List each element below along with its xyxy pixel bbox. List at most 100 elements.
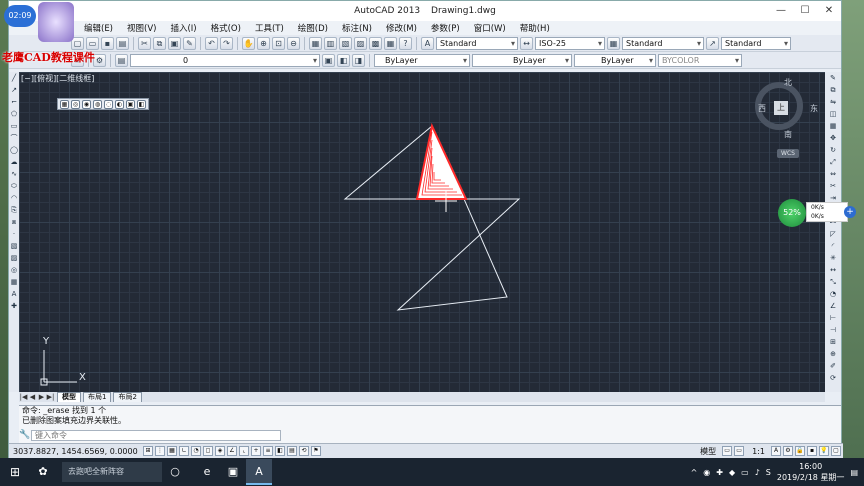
viewcube-top-face[interactable]: 上 bbox=[774, 101, 788, 115]
stretch-icon[interactable]: ⇔ bbox=[825, 168, 841, 180]
rectangle-icon[interactable]: ▭ bbox=[9, 120, 19, 132]
isolate-objects-icon[interactable]: 💡 bbox=[819, 446, 829, 456]
notification-icon[interactable]: ▤ bbox=[850, 468, 858, 477]
dim-baseline-icon[interactable]: ⊢ bbox=[825, 312, 841, 324]
menu-parametric[interactable]: 参数(P) bbox=[424, 22, 467, 34]
print-icon[interactable]: ▤ bbox=[116, 36, 129, 50]
tray-arrow-icon[interactable]: ^ bbox=[691, 468, 698, 477]
zoom-window-icon[interactable]: ⊡ bbox=[272, 36, 285, 50]
insert-block-icon[interactable]: ⎘ bbox=[9, 204, 19, 216]
tray-app-1-icon[interactable]: ◉ bbox=[703, 468, 710, 477]
gradient-icon[interactable]: ▨ bbox=[9, 252, 19, 264]
undo-icon[interactable]: ↶ bbox=[205, 36, 218, 50]
infer-constraints-icon[interactable]: ⊞ bbox=[143, 446, 153, 456]
dim-continue-icon[interactable]: ⊣ bbox=[825, 324, 841, 336]
menu-tools[interactable]: 工具(T) bbox=[248, 22, 291, 34]
dim-angular-icon[interactable]: ∠ bbox=[825, 300, 841, 312]
tab-next-button[interactable]: ▶ bbox=[37, 393, 46, 401]
table-style-dropdown[interactable]: Standard bbox=[622, 36, 704, 50]
properties-icon[interactable]: ▦ bbox=[309, 36, 322, 50]
network-icon[interactable]: ▭ bbox=[741, 468, 749, 477]
offset-icon[interactable]: ◫ bbox=[825, 108, 841, 120]
layer-states-icon[interactable]: ▤ bbox=[115, 53, 128, 67]
revision-cloud-icon[interactable]: ☁ bbox=[9, 156, 19, 168]
close-button[interactable]: ✕ bbox=[817, 1, 841, 21]
polyline-icon[interactable]: ⌐ bbox=[9, 96, 19, 108]
edge-browser-icon[interactable]: e bbox=[194, 459, 220, 485]
text-style-icon[interactable]: A bbox=[421, 36, 434, 50]
volume-icon[interactable]: ♪ bbox=[755, 468, 760, 477]
compass-north[interactable]: 北 bbox=[784, 77, 792, 88]
tray-app-2-icon[interactable]: ✚ bbox=[716, 468, 723, 477]
lineweight-icon[interactable]: ≡ bbox=[263, 446, 273, 456]
polygon-icon[interactable]: ⬠ bbox=[9, 108, 19, 120]
redo-icon[interactable]: ↷ bbox=[220, 36, 233, 50]
layer-dropdown[interactable]: 0 bbox=[130, 53, 320, 67]
tab-first-button[interactable]: |◀ bbox=[19, 393, 28, 401]
copy-object-icon[interactable]: ⧉ bbox=[825, 84, 841, 96]
menu-window[interactable]: 窗口(W) bbox=[467, 22, 513, 34]
workspace-switching-icon[interactable]: ⚙ bbox=[783, 446, 793, 456]
construction-line-icon[interactable]: ↗ bbox=[9, 84, 19, 96]
menu-dimension[interactable]: 标注(N) bbox=[335, 22, 379, 34]
make-current-icon[interactable]: ▣ bbox=[322, 53, 335, 67]
dim-style-icon[interactable]: ↔ bbox=[520, 36, 533, 50]
zoom-previous-icon[interactable]: ⊖ bbox=[287, 36, 300, 50]
mleader-style-icon[interactable]: ↗ bbox=[706, 36, 719, 50]
3d-osnap-icon[interactable]: ◈ bbox=[215, 446, 225, 456]
input-method[interactable]: S bbox=[766, 468, 771, 477]
hardware-acceleration-icon[interactable]: ▪ bbox=[807, 446, 817, 456]
taskbar-search-box[interactable]: 去跑吧全新阵容 bbox=[62, 462, 162, 482]
quick-view-layouts-icon[interactable]: ▭ bbox=[722, 446, 733, 456]
cursor-coordinates[interactable]: 3037.8827, 1454.6569, 0.0000 bbox=[9, 447, 143, 456]
memory-usage-circle[interactable]: 52% bbox=[778, 199, 806, 227]
tool-palettes-icon[interactable]: ▧ bbox=[339, 36, 352, 50]
arc-icon[interactable]: ⌒ bbox=[9, 132, 19, 144]
rotate-icon[interactable]: ↻ bbox=[825, 144, 841, 156]
design-center-icon[interactable]: ▥ bbox=[324, 36, 337, 50]
dim-linear-icon[interactable]: ↔ bbox=[825, 264, 841, 276]
circle-icon[interactable]: ◯ bbox=[9, 144, 19, 156]
menu-help[interactable]: 帮助(H) bbox=[513, 22, 557, 34]
ducs-icon[interactable]: ⌞ bbox=[239, 446, 249, 456]
menu-format[interactable]: 格式(O) bbox=[204, 22, 248, 34]
polar-tracking-icon[interactable]: ◔ bbox=[191, 446, 201, 456]
erase-icon[interactable]: ✎ bbox=[825, 72, 841, 84]
drawing-area[interactable]: [−][俯视][二维线框] ▦ ◎ ◉ ◍ ◌ ◐ ▣ ◧ Y X bbox=[19, 72, 825, 392]
compass-west[interactable]: 西 bbox=[758, 103, 766, 114]
annotation-monitor-icon[interactable]: ⚑ bbox=[311, 446, 321, 456]
table-style-icon[interactable]: ▦ bbox=[607, 36, 620, 50]
color-dropdown[interactable]: ByLayer bbox=[374, 53, 470, 67]
add-selected-icon[interactable]: ✚ bbox=[9, 300, 19, 312]
center-mark-icon[interactable]: ⊕ bbox=[825, 348, 841, 360]
sheet-set-icon[interactable]: ▨ bbox=[354, 36, 367, 50]
compass-south[interactable]: 南 bbox=[784, 129, 792, 140]
wcs-menu[interactable]: WCS bbox=[777, 149, 799, 158]
table-icon[interactable]: ▦ bbox=[9, 276, 19, 288]
command-input[interactable]: 键入命令 bbox=[31, 430, 281, 441]
layer-isolate-icon[interactable]: ◨ bbox=[352, 53, 365, 67]
markup-icon[interactable]: ▩ bbox=[369, 36, 382, 50]
snap-mode-icon[interactable]: ⋮ bbox=[155, 446, 165, 456]
annotation-visibility-icon[interactable]: A bbox=[771, 446, 781, 456]
explode-icon[interactable]: ✳ bbox=[825, 252, 841, 264]
copy-icon[interactable]: ⧉ bbox=[153, 36, 166, 50]
pan-icon[interactable]: ✋ bbox=[242, 36, 255, 50]
match-properties-icon[interactable]: ✎ bbox=[183, 36, 196, 50]
line-icon[interactable]: ╱ bbox=[9, 72, 19, 84]
windows-start-icon[interactable]: ⊞ bbox=[0, 465, 30, 479]
dim-update-icon[interactable]: ⟳ bbox=[825, 372, 841, 384]
open-icon[interactable]: ▭ bbox=[86, 36, 99, 50]
lineweight-dropdown[interactable]: ByLayer bbox=[574, 53, 656, 67]
tab-layout2[interactable]: 布局2 bbox=[113, 392, 142, 402]
tab-last-button[interactable]: ▶| bbox=[46, 393, 55, 401]
move-icon[interactable]: ✥ bbox=[825, 132, 841, 144]
menu-modify[interactable]: 修改(M) bbox=[379, 22, 424, 34]
region-icon[interactable]: ◎ bbox=[9, 264, 19, 276]
search-icon[interactable]: ○ bbox=[162, 459, 188, 485]
dim-aligned-icon[interactable]: ⤡ bbox=[825, 276, 841, 288]
model-space-button[interactable]: 模型 bbox=[700, 446, 716, 457]
ellipse-arc-icon[interactable]: ◠ bbox=[9, 192, 19, 204]
menu-draw[interactable]: 绘图(D) bbox=[291, 22, 335, 34]
tab-model[interactable]: 模型 bbox=[57, 392, 81, 402]
